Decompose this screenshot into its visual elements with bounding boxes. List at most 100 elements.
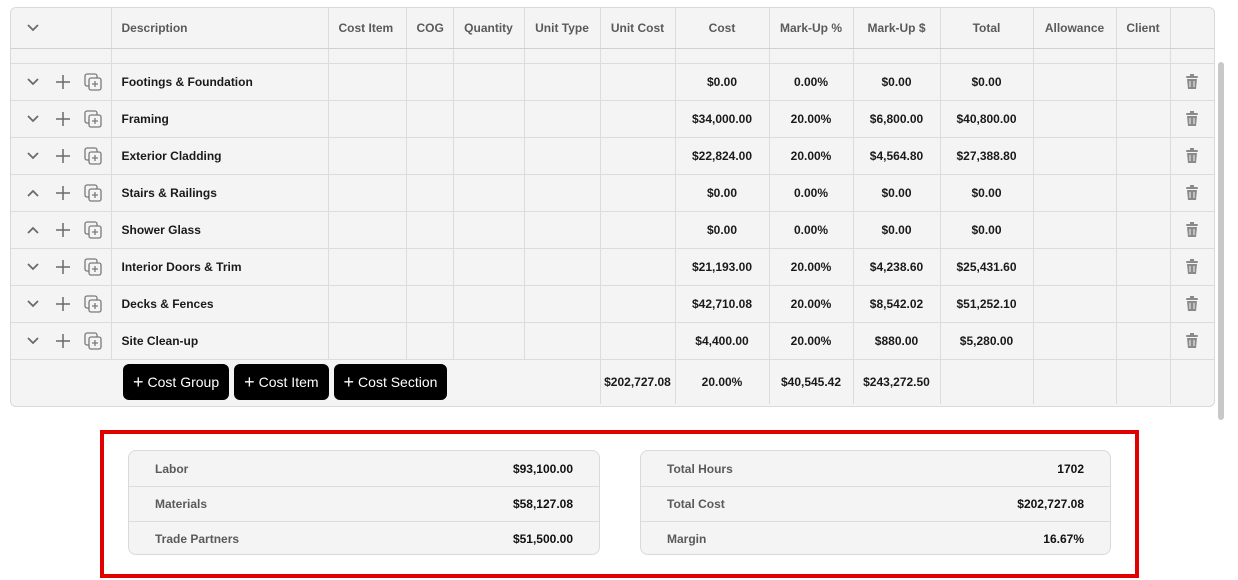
row-cost: $4,400.00 — [675, 322, 770, 360]
col-markup-amt[interactable]: Mark-Up $ — [853, 8, 941, 49]
row-description[interactable]: Interior Doors & Trim — [111, 248, 329, 286]
table-row[interactable]: Framing $34,000.00 20.00% $6,800.00 $40,800.… — [11, 100, 1214, 138]
row-description[interactable]: Footings & Foundation — [111, 63, 329, 101]
duplicate-icon[interactable] — [83, 294, 103, 314]
chevron-up-icon[interactable] — [23, 183, 43, 203]
row-markup-pct[interactable]: 0.00% — [769, 174, 854, 212]
header-row: Description Cost Item COG Quantity Unit … — [11, 8, 1214, 49]
plus-icon[interactable] — [53, 331, 73, 351]
row-description[interactable]: Decks & Fences — [111, 285, 329, 323]
row-markup-pct[interactable]: 20.00% — [769, 322, 854, 360]
row-markup-pct[interactable]: 20.00% — [769, 137, 854, 175]
col-unit-cost[interactable]: Unit Cost — [600, 8, 676, 49]
row-total: $27,388.80 — [940, 137, 1034, 175]
row-markup-pct[interactable]: 20.00% — [769, 248, 854, 286]
summary-row-trade-partners: Trade Partners $51,500.00 — [129, 521, 599, 554]
chevron-down-icon[interactable] — [23, 18, 43, 38]
row-description[interactable]: Stairs & Railings — [111, 174, 329, 212]
row-markup-pct[interactable]: 0.00% — [769, 211, 854, 249]
duplicate-icon[interactable] — [83, 331, 103, 351]
row-markup-pct[interactable]: 20.00% — [769, 100, 854, 138]
col-total[interactable]: Total — [940, 8, 1034, 49]
scrollbar-thumb[interactable] — [1218, 62, 1224, 420]
plus-icon[interactable] — [53, 146, 73, 166]
chevron-down-icon[interactable] — [23, 257, 43, 277]
trash-icon[interactable] — [1182, 331, 1202, 351]
add-cost-section-button[interactable]: + Cost Section — [333, 364, 448, 400]
col-allowance[interactable]: Allowance — [1033, 8, 1117, 49]
estimate-grid: Description Cost Item COG Quantity Unit … — [10, 7, 1215, 407]
row-markup-pct[interactable]: 20.00% — [769, 285, 854, 323]
duplicate-icon[interactable] — [83, 257, 103, 277]
header-expand-all[interactable] — [11, 8, 112, 49]
table-row[interactable]: Interior Doors & Trim $21,193.00 20.00% $4,… — [11, 248, 1214, 286]
chevron-down-icon[interactable] — [23, 294, 43, 314]
row-description[interactable]: Framing — [111, 100, 329, 138]
row-description[interactable]: Shower Glass — [111, 211, 329, 249]
col-cost-item[interactable]: Cost Item — [328, 8, 407, 49]
trash-icon[interactable] — [1182, 257, 1202, 277]
row-cost: $42,710.08 — [675, 285, 770, 323]
col-description[interactable]: Description — [111, 8, 329, 49]
row-cost: $22,824.00 — [675, 137, 770, 175]
col-client[interactable]: Client — [1116, 8, 1171, 49]
row-total: $25,431.60 — [940, 248, 1034, 286]
row-markup-amt: $4,564.80 — [853, 137, 941, 175]
table-row[interactable]: Footings & Foundation $0.00 0.00% $0.00 $0.0… — [11, 63, 1214, 101]
chevron-down-icon[interactable] — [23, 146, 43, 166]
row-total: $40,800.00 — [940, 100, 1034, 138]
summary-value: $51,500.00 — [512, 532, 573, 546]
col-markup-pct[interactable]: Mark-Up % — [769, 8, 854, 49]
table-row[interactable]: Decks & Fences $42,710.08 20.00% $8,542.02 $… — [11, 285, 1214, 323]
trash-icon[interactable] — [1182, 294, 1202, 314]
table-row[interactable]: Shower Glass $0.00 0.00% $0.00 $0.00 — [11, 211, 1214, 249]
trash-icon[interactable] — [1182, 183, 1202, 203]
table-row[interactable]: Exterior Cladding $22,824.00 20.00% $4,564.… — [11, 137, 1214, 175]
trash-icon[interactable] — [1182, 146, 1202, 166]
summary-label: Trade Partners — [155, 532, 240, 546]
row-total: $5,280.00 — [940, 322, 1034, 360]
add-cost-item-button[interactable]: + Cost Item — [234, 364, 329, 400]
plus-icon[interactable] — [53, 220, 73, 240]
plus-icon[interactable] — [53, 294, 73, 314]
table-row[interactable]: Stairs & Railings $0.00 0.00% $0.00 $0.00 — [11, 174, 1214, 212]
col-cost[interactable]: Cost — [675, 8, 770, 49]
chevron-down-icon[interactable] — [23, 72, 43, 92]
duplicate-icon[interactable] — [83, 183, 103, 203]
duplicate-icon[interactable] — [83, 220, 103, 240]
summary-value: 1702 — [1057, 461, 1084, 476]
plus-icon: + — [343, 372, 355, 392]
row-description[interactable]: Exterior Cladding — [111, 137, 329, 175]
plus-icon[interactable] — [53, 183, 73, 203]
duplicate-icon[interactable] — [83, 72, 103, 92]
table-row[interactable]: Site Clean-up $4,400.00 20.00% $880.00 $5,28… — [11, 322, 1214, 360]
duplicate-icon[interactable] — [83, 146, 103, 166]
footer-row: + Cost Group + Cost Item + Cost Section — [11, 359, 1214, 404]
trash-icon[interactable] — [1182, 109, 1202, 129]
plus-icon[interactable] — [53, 257, 73, 277]
col-unit-type[interactable]: Unit Type — [524, 8, 601, 49]
plus-icon[interactable] — [53, 72, 73, 92]
row-markup-amt: $6,800.00 — [853, 100, 941, 138]
col-quantity[interactable]: Quantity — [453, 8, 525, 49]
plus-icon: + — [133, 372, 144, 392]
summary-label: Labor — [155, 461, 189, 476]
trash-icon[interactable] — [1182, 220, 1202, 240]
row-markup-amt: $4,238.60 — [853, 248, 941, 286]
chevron-up-icon[interactable] — [23, 220, 43, 240]
duplicate-icon[interactable] — [83, 109, 103, 129]
plus-icon[interactable] — [53, 109, 73, 129]
trash-icon[interactable] — [1182, 72, 1202, 92]
summary-value: 16.67% — [1043, 532, 1084, 546]
row-total: $0.00 — [940, 63, 1034, 101]
row-markup-amt: $8,542.02 — [853, 285, 941, 323]
summary-row-materials: Materials $58,127.08 — [129, 486, 599, 521]
chevron-down-icon[interactable] — [23, 109, 43, 129]
chevron-down-icon[interactable] — [23, 331, 43, 351]
add-cost-group-button[interactable]: + Cost Group — [123, 364, 230, 400]
row-markup-pct[interactable]: 0.00% — [769, 63, 854, 101]
vertical-scrollbar[interactable] — [1216, 7, 1226, 420]
summary-row-labor: Labor $93,100.00 — [129, 451, 599, 486]
row-description[interactable]: Site Clean-up — [111, 322, 329, 360]
col-cog[interactable]: COG — [406, 8, 454, 49]
